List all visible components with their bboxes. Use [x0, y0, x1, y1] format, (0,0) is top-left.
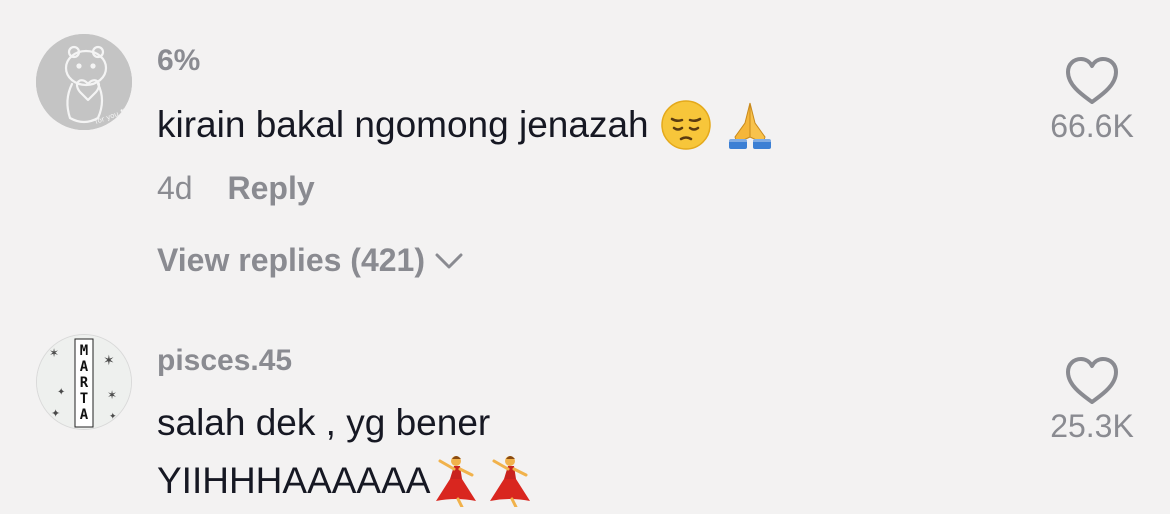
chevron-down-icon — [435, 253, 463, 268]
like-button[interactable]: 25.3K — [1032, 356, 1152, 445]
avatar[interactable]: ✶ ✶ ✦ ✶ ✦ ✦ MARTA — [36, 334, 132, 430]
view-replies-button[interactable]: View replies (421) — [157, 242, 465, 279]
dancer-woman-emoji-icon — [484, 453, 538, 508]
svg-text:✦: ✦ — [57, 387, 65, 398]
like-count: 66.6K — [1050, 108, 1134, 144]
dancer-woman-emoji-icon — [430, 453, 484, 508]
comment-meta: 4d Reply — [157, 170, 315, 207]
reply-button[interactable]: Reply — [227, 170, 314, 206]
pensive-face-emoji-icon — [659, 97, 713, 151]
comment-timestamp: 4d — [157, 170, 193, 206]
comment-text-line-1: salah dek , yg bener — [157, 402, 491, 443]
comment-text: salah dek , yg bener YIIHHHAAAAAA — [157, 394, 538, 510]
like-count: 25.3K — [1050, 408, 1134, 444]
comment-item: ✶ ✶ ✦ ✶ ✦ ✦ MARTA pisces.45 salah dek , … — [0, 320, 1170, 514]
view-replies-label: View replies (421) — [157, 242, 425, 278]
heart-icon — [1032, 56, 1152, 106]
like-button[interactable]: 66.6K — [1032, 56, 1152, 145]
comment-username[interactable]: 6% — [157, 44, 200, 78]
svg-text:✶: ✶ — [49, 346, 59, 360]
folded-hands-emoji-icon — [723, 97, 777, 151]
comment-text-body: kirain bakal ngomong jenazah — [157, 104, 649, 145]
bear-avatar-icon: for you ♥ — [36, 34, 132, 130]
svg-text:✦: ✦ — [51, 407, 60, 420]
heart-icon — [1032, 356, 1152, 406]
comment-text: kirain bakal ngomong jenazah — [157, 96, 777, 154]
svg-text:✶: ✶ — [107, 388, 117, 402]
avatar[interactable]: for you ♥ — [36, 34, 132, 130]
comment-username[interactable]: pisces.45 — [157, 344, 292, 378]
comment-text-line-2-body: YIIHHHAAAAAA — [157, 460, 431, 501]
svg-text:✶: ✶ — [103, 353, 115, 369]
comment-item: for you ♥ 6% kirain bakal ngomong jenaza… — [0, 0, 1170, 300]
svg-text:✦: ✦ — [109, 412, 117, 422]
comment-text-line-2: YIIHHHAAAAAA — [157, 452, 538, 510]
avatar-text: MARTA — [79, 343, 89, 423]
